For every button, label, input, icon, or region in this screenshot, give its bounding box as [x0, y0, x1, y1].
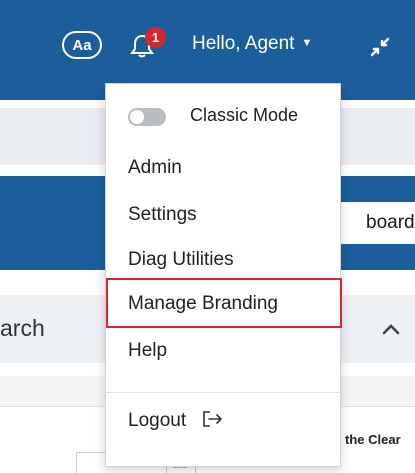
notifications-button[interactable]: 1 — [129, 27, 166, 63]
greeting-text: Hello, Agent — [192, 33, 295, 54]
classic-mode-label: Classic Mode — [190, 105, 299, 125]
logout-label: Logout — [128, 410, 187, 431]
search-panel-title: arch — [0, 315, 45, 341]
toggle-knob — [130, 110, 144, 124]
shrink-icon[interactable] — [369, 36, 391, 58]
tab-dashboard[interactable]: board — [338, 202, 415, 244]
user-menu-toggle[interactable]: Hello, Agent ▼ — [192, 33, 312, 55]
font-size-icon: Aa — [72, 36, 92, 54]
menu-item-admin[interactable]: Admin — [128, 157, 182, 179]
font-size-button[interactable]: Aa — [62, 31, 102, 59]
partial-text: the Clear — [345, 432, 401, 447]
classic-mode-toggle[interactable] — [128, 108, 166, 126]
notification-count-badge: 1 — [145, 27, 166, 48]
menu-item-diag-utilities[interactable]: Diag Utilities — [128, 249, 234, 271]
tab-dashboard-label: board — [366, 212, 415, 233]
logout-icon — [203, 411, 222, 427]
menu-item-logout[interactable]: Logout — [128, 410, 224, 432]
menu-item-settings[interactable]: Settings — [128, 204, 197, 226]
menu-divider — [106, 392, 340, 393]
menu-item-help[interactable]: Help — [128, 340, 167, 362]
chevron-up-icon[interactable] — [381, 322, 401, 336]
caret-down-icon: ▼ — [301, 37, 313, 49]
user-dropdown-menu: Classic Mode Admin Settings Diag Utiliti… — [105, 83, 342, 467]
menu-item-manage-branding[interactable]: Manage Branding — [128, 293, 278, 315]
